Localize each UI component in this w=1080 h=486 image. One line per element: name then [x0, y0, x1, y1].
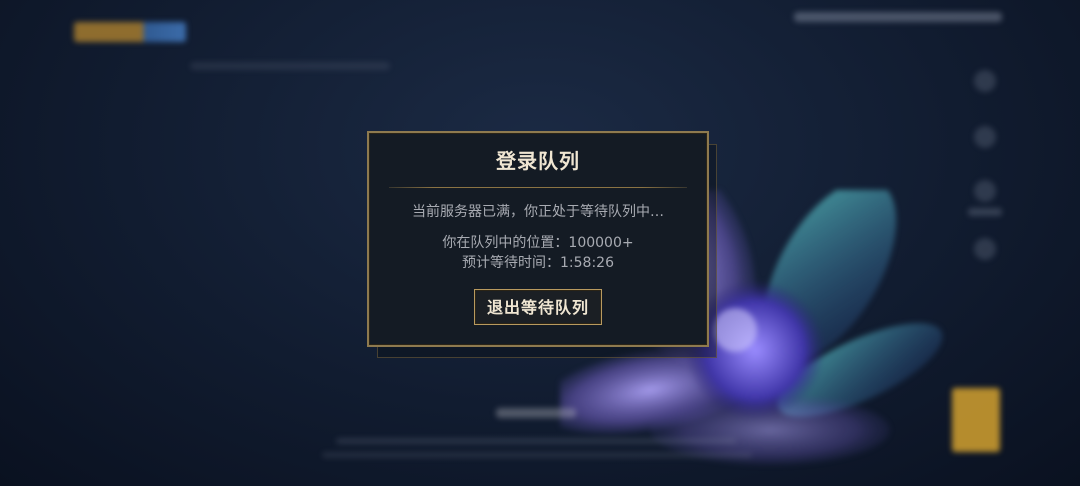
dialog-title: 登录队列 — [496, 149, 580, 173]
background-badge — [952, 388, 1000, 452]
background-side-label — [968, 208, 1002, 216]
background-top-right-text — [794, 12, 1002, 22]
background-center-line — [336, 438, 736, 444]
dialog-divider — [389, 187, 687, 188]
background-side-icon-1 — [974, 70, 996, 92]
leave-queue-button[interactable]: 退出等待队列 — [473, 289, 602, 325]
login-queue-dialog: 登录队列 当前服务器已满，你正处于等待队列中… 你在队列中的位置：100000+… — [367, 131, 709, 347]
queue-position: 你在队列中的位置：100000+ — [369, 233, 707, 253]
background-side-icon-2 — [974, 126, 996, 148]
game-logo — [74, 22, 186, 42]
estimated-wait: 预计等待时间：1:58:26 — [369, 253, 707, 273]
background-center-title — [496, 408, 576, 418]
login-queue-screen: 登录队列 当前服务器已满，你正处于等待队列中… 你在队列中的位置：100000+… — [0, 0, 1080, 486]
queue-position-value: 100000+ — [568, 235, 634, 251]
background-tagline — [190, 62, 390, 70]
queue-message: 当前服务器已满，你正处于等待队列中… — [412, 204, 664, 220]
background-center-line — [322, 452, 752, 458]
background-side-icon-4 — [974, 238, 996, 260]
estimated-wait-label: 预计等待时间： — [462, 255, 560, 271]
queue-position-label: 你在队列中的位置： — [442, 235, 569, 251]
background-side-icon-3 — [974, 180, 996, 202]
estimated-wait-value: 1:58:26 — [560, 255, 614, 271]
